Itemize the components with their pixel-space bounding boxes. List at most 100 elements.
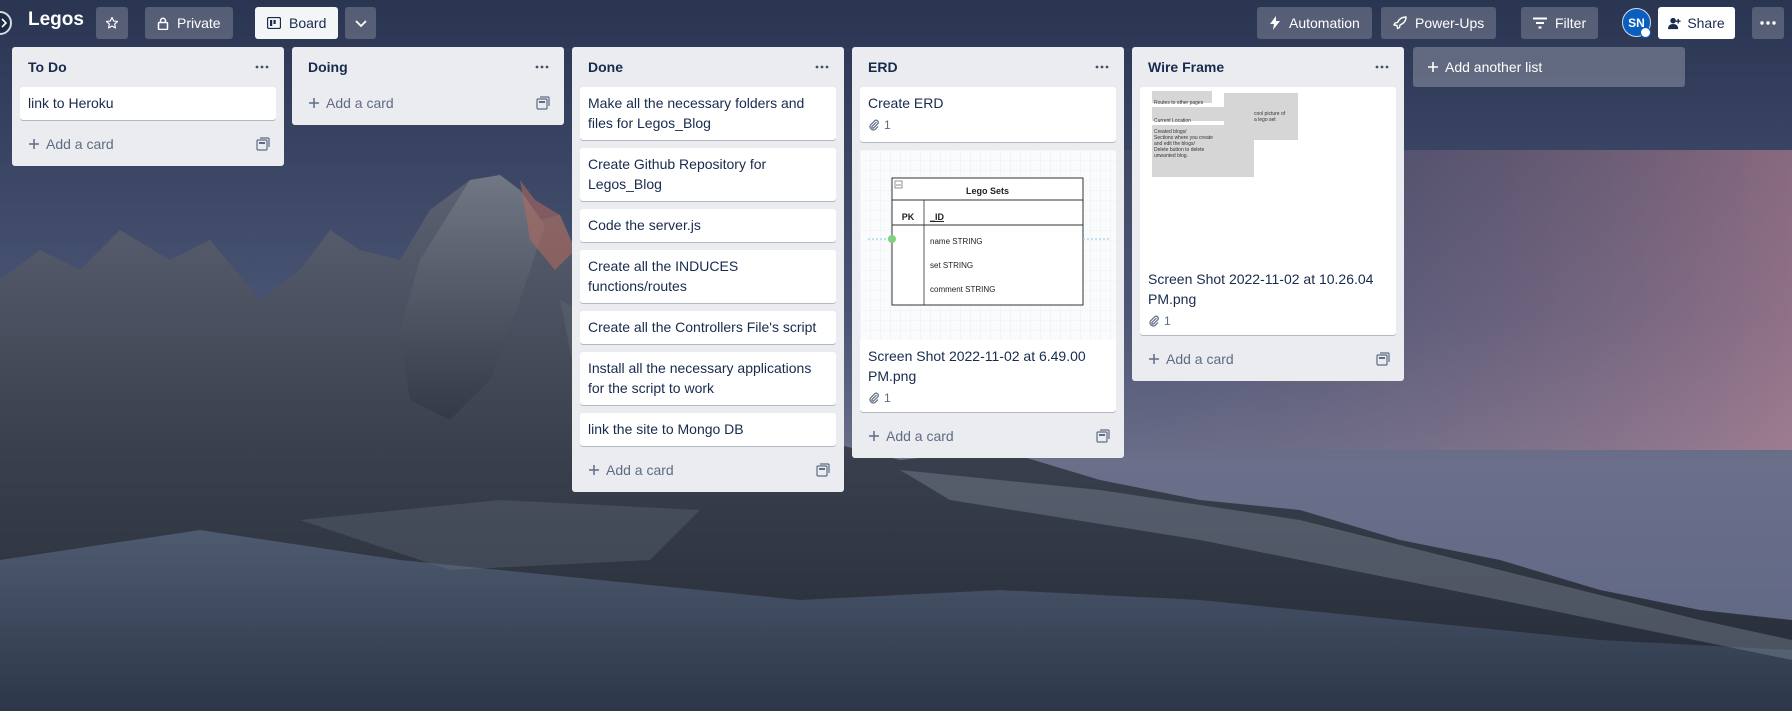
view-switcher-button[interactable] bbox=[345, 7, 376, 39]
plus-icon bbox=[309, 98, 319, 108]
add-another-list-button[interactable]: Add another list bbox=[1413, 47, 1685, 87]
list-menu-button[interactable] bbox=[254, 59, 270, 75]
list-menu-button[interactable] bbox=[1094, 59, 1110, 75]
add-card-label: Add a card bbox=[886, 428, 954, 444]
card-link-mongo[interactable]: link the site to Mongo DB bbox=[580, 413, 836, 446]
template-icon[interactable] bbox=[816, 463, 830, 477]
card-controllers-script[interactable]: Create all the Controllers File's script bbox=[580, 311, 836, 344]
lightning-icon bbox=[1270, 16, 1280, 30]
card-wireframe-screenshot[interactable]: Routes to other pages Current Location C… bbox=[1140, 87, 1396, 335]
share-button[interactable]: Share bbox=[1658, 7, 1735, 39]
card-title: link the site to Mongo DB bbox=[588, 421, 744, 437]
list-menu-button[interactable] bbox=[814, 59, 830, 75]
card-induces-routes[interactable]: Create all the INDUCES functions/routes bbox=[580, 250, 836, 303]
board-menu-button[interactable] bbox=[1752, 7, 1784, 39]
chevron-down-icon bbox=[354, 20, 367, 28]
add-card-label: Add a card bbox=[46, 136, 114, 152]
power-ups-button[interactable]: Power-Ups bbox=[1381, 7, 1497, 39]
board-view-button[interactable]: Board bbox=[255, 7, 339, 39]
card-create-github-repo[interactable]: Create Github Repository for Legos_Blog bbox=[580, 148, 836, 201]
paperclip-icon bbox=[1149, 315, 1159, 327]
power-ups-label: Power-Ups bbox=[1415, 15, 1485, 31]
list-header: Doing bbox=[300, 47, 556, 87]
card-link-to-heroku[interactable]: link to Heroku bbox=[20, 87, 276, 120]
share-label: Share bbox=[1687, 15, 1725, 31]
card-title: Code the server.js bbox=[588, 217, 701, 233]
list-title[interactable]: To Do bbox=[28, 59, 67, 75]
card-body: Screen Shot 2022-11-02 at 10.26.04 PM.pn… bbox=[1140, 263, 1396, 335]
erd-field: comment STRING bbox=[930, 285, 996, 294]
plus-icon bbox=[29, 139, 39, 149]
erd-id-label: _ID bbox=[930, 212, 945, 222]
list-wire-frame: Wire Frame Routes to other pages Current… bbox=[1132, 47, 1404, 381]
lock-icon bbox=[157, 17, 169, 30]
card-title: Create Github Repository for Legos_Blog bbox=[588, 156, 767, 192]
card-code-server[interactable]: Code the server.js bbox=[580, 209, 836, 242]
card-title: Create all the Controllers File's script bbox=[588, 319, 817, 335]
attachment-count: 1 bbox=[1164, 314, 1171, 328]
paperclip-icon bbox=[869, 119, 879, 131]
add-card-label: Add a card bbox=[606, 462, 674, 478]
card-title: Install all the necessary applications f… bbox=[588, 360, 812, 396]
wireframe-note: unwanted blog. bbox=[1154, 153, 1188, 159]
erd-pk-label: PK bbox=[901, 212, 915, 222]
board-view-label: Board bbox=[289, 15, 327, 31]
paperclip-icon bbox=[869, 392, 879, 404]
add-card-row: Add a card bbox=[1140, 343, 1396, 375]
star-board-button[interactable] bbox=[96, 7, 128, 39]
list-to-do: To Do link to Heroku Add a card bbox=[12, 47, 284, 166]
add-card-button[interactable]: Add a card bbox=[308, 95, 394, 111]
card-create-erd[interactable]: Create ERD 1 bbox=[860, 87, 1116, 142]
list-erd: ERD Create ERD 1 Lego Sets PK _ID name S… bbox=[852, 47, 1124, 458]
list-title[interactable]: Wire Frame bbox=[1148, 59, 1224, 75]
list-done: Done Make all the necessary folders and … bbox=[572, 47, 844, 492]
card-title: Create all the INDUCES functions/routes bbox=[588, 258, 739, 294]
filter-label: Filter bbox=[1555, 15, 1587, 31]
list-title[interactable]: Doing bbox=[308, 59, 348, 75]
filter-button[interactable]: Filter bbox=[1521, 7, 1599, 39]
board-icon bbox=[267, 17, 281, 29]
template-icon[interactable] bbox=[1376, 352, 1390, 366]
list-menu-button[interactable] bbox=[534, 59, 550, 75]
card-badges: 1 bbox=[868, 388, 1108, 408]
add-card-button[interactable]: Add a card bbox=[28, 136, 114, 152]
card-make-folders[interactable]: Make all the necessary folders and files… bbox=[580, 87, 836, 140]
card-title: Screen Shot 2022-11-02 at 6.49.00 PM.png bbox=[868, 348, 1086, 384]
list-title[interactable]: ERD bbox=[868, 59, 898, 75]
automation-label: Automation bbox=[1289, 15, 1360, 31]
template-icon[interactable] bbox=[536, 96, 550, 110]
add-card-row: Add a card bbox=[20, 128, 276, 160]
add-card-button[interactable]: Add a card bbox=[1148, 351, 1234, 367]
card-install-applications[interactable]: Install all the necessary applications f… bbox=[580, 352, 836, 405]
ellipsis-icon bbox=[1095, 65, 1109, 69]
list-header: Wire Frame bbox=[1140, 47, 1396, 87]
wireframe-picture-notes: cool picture of a lego set bbox=[1254, 111, 1285, 123]
visibility-label: Private bbox=[177, 15, 221, 31]
wireframe-note: Current Location bbox=[1154, 118, 1191, 124]
add-list-label: Add another list bbox=[1445, 59, 1543, 75]
list-title[interactable]: Done bbox=[588, 59, 623, 75]
template-icon[interactable] bbox=[256, 137, 270, 151]
visibility-button[interactable]: Private bbox=[145, 7, 233, 39]
erd-table-title: Lego Sets bbox=[965, 186, 1009, 196]
wireframe-blogs-notes: Created blogs/ Sections where you create… bbox=[1154, 129, 1213, 159]
filter-icon bbox=[1533, 17, 1547, 29]
add-card-row: Add a card bbox=[860, 420, 1116, 452]
card-title: Make all the necessary folders and files… bbox=[588, 95, 805, 131]
template-icon[interactable] bbox=[1096, 429, 1110, 443]
list-menu-button[interactable] bbox=[1374, 59, 1390, 75]
card-title: Screen Shot 2022-11-02 at 10.26.04 PM.pn… bbox=[1148, 271, 1374, 307]
ellipsis-icon bbox=[1375, 65, 1389, 69]
card-title: Create ERD bbox=[868, 95, 944, 111]
add-card-button[interactable]: Add a card bbox=[588, 462, 674, 478]
board-title[interactable]: Legos bbox=[28, 9, 84, 31]
add-card-button[interactable]: Add a card bbox=[868, 428, 954, 444]
ellipsis-icon bbox=[815, 65, 829, 69]
expand-sidebar-button[interactable] bbox=[0, 11, 12, 35]
card-cover-image: Routes to other pages Current Location C… bbox=[1140, 87, 1396, 263]
automation-button[interactable]: Automation bbox=[1257, 7, 1372, 39]
card-cover-image: Lego Sets PK _ID name STRING set STRING … bbox=[860, 150, 1116, 340]
ellipsis-icon bbox=[255, 65, 269, 69]
list-header: To Do bbox=[20, 47, 276, 87]
card-erd-screenshot[interactable]: Lego Sets PK _ID name STRING set STRING … bbox=[860, 150, 1116, 412]
